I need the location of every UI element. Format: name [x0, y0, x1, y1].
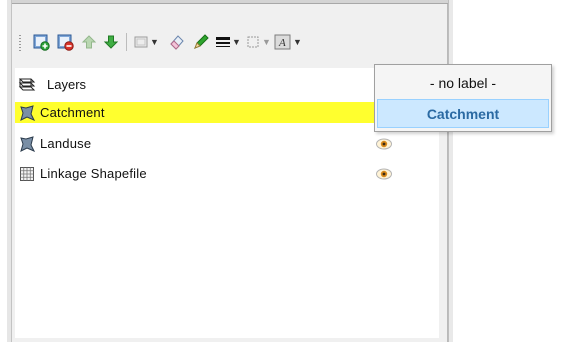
panel-left-border	[7, 0, 12, 342]
move-layer-up-button[interactable]	[78, 31, 100, 53]
chevron-down-icon: ▼	[232, 37, 241, 47]
grid-layer-icon	[18, 165, 36, 183]
eye-icon[interactable]	[375, 137, 393, 151]
edit-pencil-button[interactable]	[190, 31, 212, 53]
layers-stack-icon	[18, 78, 36, 91]
svg-text:A: A	[278, 37, 286, 49]
label-dropdown[interactable]: A ▼	[274, 31, 302, 53]
layers-header: Layers	[17, 74, 217, 94]
add-layer-button[interactable]	[30, 31, 52, 53]
move-layer-down-button[interactable]	[100, 31, 122, 53]
frame-dropdown-icon	[247, 36, 259, 48]
menu-item-no-label[interactable]: - no label -	[377, 68, 549, 97]
eraser-icon	[170, 35, 184, 50]
panel-top-border	[7, 0, 452, 4]
layer-row-catchment[interactable]: Catchment	[15, 102, 415, 123]
layers-toolbar: ▼ ▼ ▼ A ▼	[16, 27, 426, 57]
chevron-down-icon: ▼	[293, 37, 302, 47]
toolbar-grip[interactable]	[19, 35, 21, 51]
chevron-down-icon: ▼	[150, 37, 159, 47]
move-up-icon	[81, 35, 97, 49]
layer-name: Linkage Shapefile	[40, 166, 147, 181]
eye-icon[interactable]	[375, 167, 393, 181]
menu-item-catchment[interactable]: Catchment	[377, 99, 549, 128]
frame-dropdown[interactable]: ▼	[244, 31, 272, 53]
remove-layer-button[interactable]	[54, 31, 76, 53]
layer-style-dropdown[interactable]: ▼	[132, 31, 160, 53]
remove-layer-icon	[57, 34, 74, 51]
layer-row-landuse[interactable]: Landuse	[15, 133, 415, 154]
polygon-layer-icon	[18, 104, 36, 122]
move-down-icon	[103, 35, 119, 49]
chevron-down-icon: ▼	[262, 37, 271, 47]
layer-name: Catchment	[40, 105, 105, 120]
add-layer-icon	[33, 34, 50, 51]
label-field-menu: - no label - Catchment	[374, 64, 552, 132]
layer-style-dropdown-icon	[134, 36, 148, 48]
layers-header-label: Layers	[47, 76, 87, 92]
eraser-button[interactable]	[166, 31, 188, 53]
line-width-dropdown[interactable]: ▼	[214, 31, 242, 53]
toolbar-separator	[126, 33, 127, 51]
polygon-layer-icon	[18, 135, 36, 153]
pencil-icon	[194, 34, 209, 49]
layer-row-linkage-shapefile[interactable]: Linkage Shapefile	[15, 163, 415, 184]
label-dropdown-icon: A	[274, 34, 291, 50]
layer-name: Landuse	[40, 136, 92, 151]
line-width-dropdown-icon	[216, 37, 231, 47]
panel-splitter[interactable]	[448, 0, 453, 342]
